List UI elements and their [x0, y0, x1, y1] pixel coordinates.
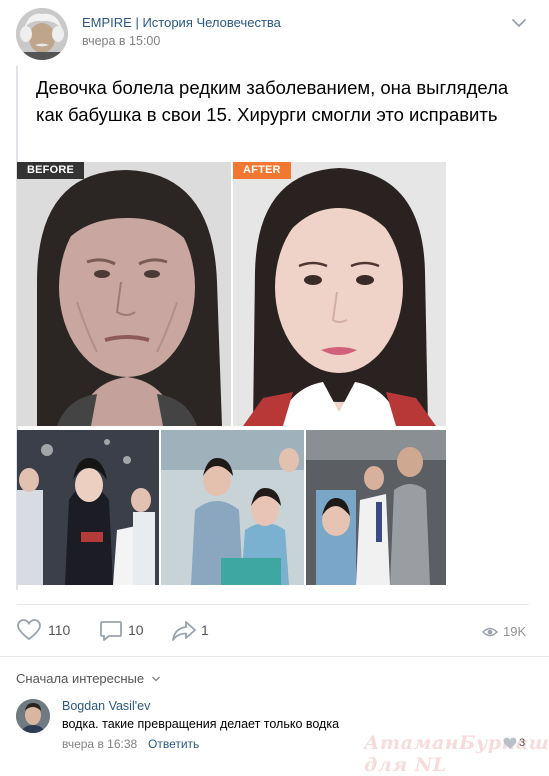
hospital-photo[interactable] — [306, 430, 446, 585]
comments-count[interactable]: 10 — [128, 622, 144, 638]
comment-text: водка. такие превращения делает только в… — [62, 717, 340, 731]
post-time[interactable]: вчера в 15:00 — [82, 34, 160, 48]
comments-divider — [0, 656, 549, 657]
post-divider — [17, 604, 529, 605]
comments-sort-dropdown[interactable]: Сначала интересные — [16, 671, 161, 686]
group-name-link[interactable]: EMPIRE | История Человечества — [82, 15, 281, 30]
comment-time[interactable]: вчера в 16:38 — [62, 737, 137, 751]
chevron-down-icon[interactable] — [510, 16, 528, 28]
comment-heart-icon[interactable] — [503, 737, 517, 750]
shares-count[interactable]: 1 — [201, 622, 209, 638]
after-badge: AFTER — [233, 162, 291, 179]
clinic-photo[interactable] — [161, 430, 304, 585]
post-text: Девочка болела редким заболеванием, она … — [36, 77, 509, 125]
comment-icon[interactable] — [99, 620, 123, 642]
views-count: 19K — [503, 624, 527, 639]
comments-sort-label: Сначала интересные — [16, 671, 145, 686]
comment-reply-button[interactable]: Ответить — [148, 737, 199, 751]
eye-icon — [481, 625, 499, 637]
event-photo[interactable] — [17, 430, 159, 585]
heart-icon[interactable] — [17, 619, 43, 641]
chevron-down-icon — [151, 676, 160, 682]
comment-author-link[interactable]: Bogdan Vasil'ev — [62, 699, 150, 713]
likes-count[interactable]: 110 — [48, 622, 70, 638]
before-badge: BEFORE — [17, 162, 85, 179]
group-avatar[interactable] — [16, 8, 68, 60]
after-photo[interactable]: AFTER — [233, 162, 446, 426]
comment-likes-count: 3 — [519, 737, 526, 749]
share-icon[interactable] — [171, 620, 197, 642]
before-photo[interactable]: BEFORE — [17, 162, 231, 426]
comment-avatar[interactable] — [16, 699, 50, 733]
